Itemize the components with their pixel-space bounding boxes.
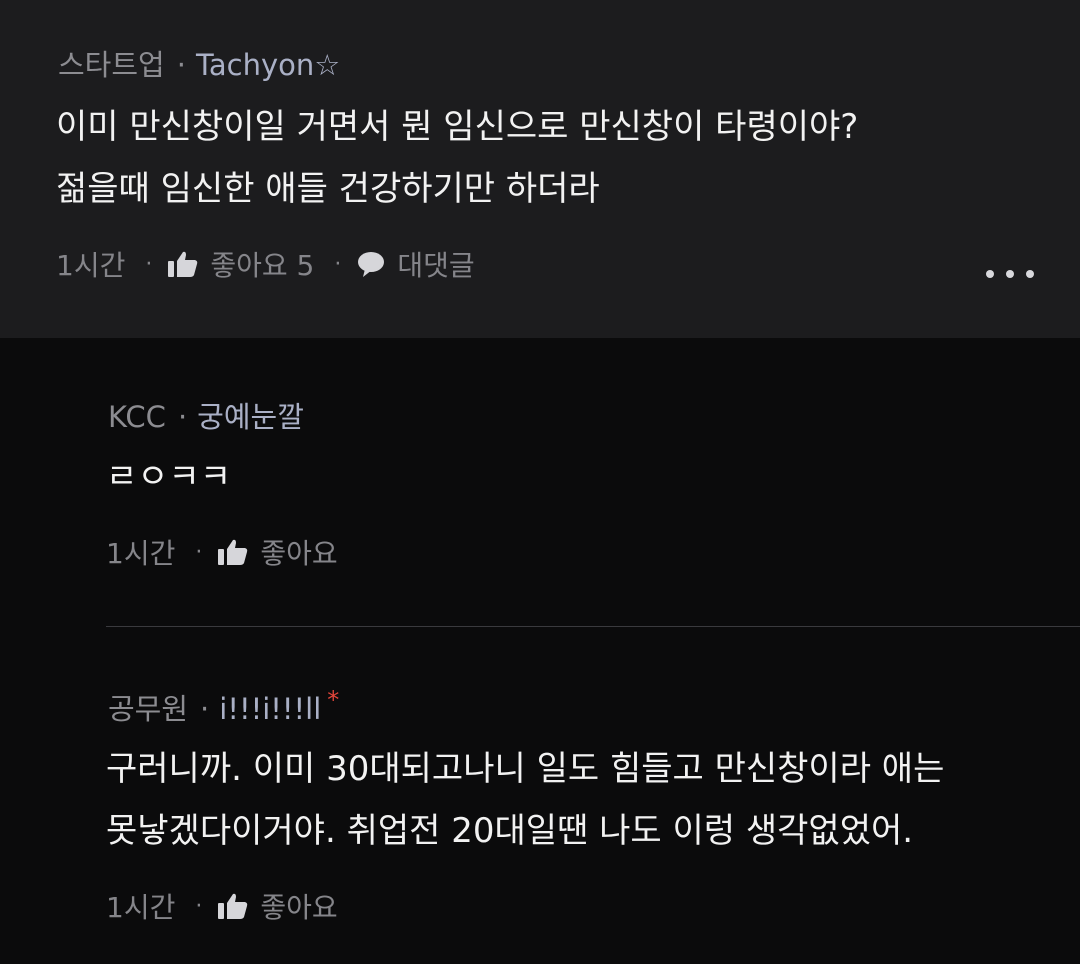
separator-dot: ·	[334, 251, 342, 277]
divider	[106, 626, 1080, 627]
reply-button[interactable]: 대댓글	[397, 244, 474, 284]
separator-dot: ·	[200, 692, 210, 726]
reply-2-category: 공무원	[108, 692, 189, 726]
like-button[interactable]: 좋아요	[260, 886, 337, 926]
comment-1-line-2: 젊을때 임신한 애들 건강하기만 하더라	[56, 169, 600, 209]
reply-2-line-1: 구러니까. 이미 30대되고나니 일도 힘들고 만신창이라 애는	[106, 749, 945, 789]
separator-dot: ·	[176, 48, 186, 82]
reply-1-author[interactable]: KCC · 궁예눈깔	[108, 394, 304, 436]
thumbs-up-icon[interactable]	[168, 251, 198, 277]
reply-2-actions: 1시간 · 좋아요	[106, 886, 338, 926]
like-button[interactable]: 좋아요	[260, 532, 337, 572]
reply-2-author[interactable]: 공무원 · i!!!i!!!ll *	[108, 686, 339, 728]
reply-1-line-1: ㄹㅇㅋㅋ	[106, 457, 232, 497]
thumbs-up-icon[interactable]	[218, 893, 248, 919]
badge-star: *	[327, 686, 340, 714]
more-dots-icon[interactable]	[986, 262, 1034, 286]
separator-dot: ·	[195, 539, 203, 565]
comment-1: 스타트업 · Tachyon☆ 이미 만신창이일 거면서 뭔 임신으로 만신창이 타…	[0, 0, 1080, 338]
like-button[interactable]: 좋아요 5	[210, 244, 314, 284]
comment-1-line-1: 이미 만신창이일 거면서 뭔 임신으로 만신창이 타령이야?	[56, 107, 859, 147]
reply-2-time: 1시간	[106, 891, 176, 924]
separator-dot: ·	[177, 400, 188, 434]
reply-1-category: KCC	[108, 400, 166, 434]
reply-1-time: 1시간	[106, 537, 176, 570]
separator-dot: ·	[145, 251, 153, 277]
reply-1-actions: 1시간 · 좋아요	[106, 532, 338, 572]
comment-1-author[interactable]: 스타트업 · Tachyon☆	[58, 42, 340, 84]
comment-1-time: 1시간	[56, 249, 126, 282]
thumbs-up-icon[interactable]	[218, 539, 248, 565]
reply-2-nickname[interactable]: i!!!i!!!ll	[219, 692, 321, 726]
separator-dot: ·	[195, 893, 203, 919]
comment-1-actions: 1시간 · 좋아요 5 · 대댓글	[56, 244, 475, 284]
comment-1-category: 스타트업	[58, 48, 165, 82]
reply-1-nickname[interactable]: 궁예눈깔	[197, 400, 304, 434]
reply-2-line-2: 못낳겠다이거야. 취업전 20대일땐 나도 이렁 생각없었어.	[106, 811, 914, 851]
comment-1-nickname[interactable]: Tachyon☆	[196, 48, 340, 82]
speech-bubble-icon[interactable]	[357, 251, 385, 277]
